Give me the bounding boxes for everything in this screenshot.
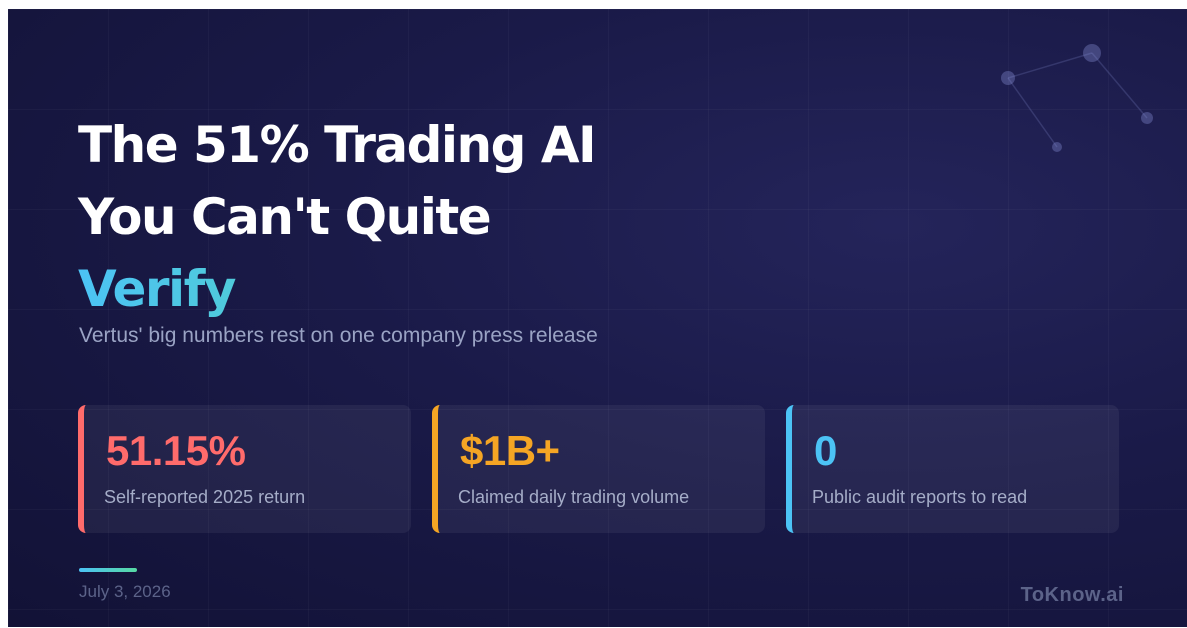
stat-value: 51.15%	[106, 427, 246, 474]
stat-value: 0	[814, 427, 837, 474]
brand-logo: ToKnow.ai	[1020, 584, 1124, 606]
stat-card-return: 51.15% Self-reported 2025 return	[78, 405, 411, 533]
stat-label: Claimed daily trading volume	[458, 487, 690, 507]
headline: The 51% Trading AI You Can't Quite Verif…	[78, 109, 778, 325]
headline-line-2: You Can't Quite	[78, 188, 492, 246]
headline-accent: Verify	[78, 253, 778, 325]
network-nodes-icon	[1001, 44, 1153, 152]
stat-value: $1B+	[460, 427, 560, 474]
stat-card-volume: $1B+ Claimed daily trading volume	[432, 405, 765, 533]
stat-card-audits: 0 Public audit reports to read	[786, 405, 1119, 533]
publish-date: July 3, 2026	[79, 582, 171, 601]
headline-line-1: The 51% Trading AI	[78, 116, 597, 174]
stat-label: Public audit reports to read	[812, 487, 1028, 507]
hero-card: The 51% Trading AI You Can't Quite Verif…	[8, 9, 1187, 627]
subtitle: Vertus' big numbers rest on one company …	[79, 324, 598, 347]
stat-label: Self-reported 2025 return	[104, 487, 306, 507]
accent-divider	[79, 568, 137, 572]
